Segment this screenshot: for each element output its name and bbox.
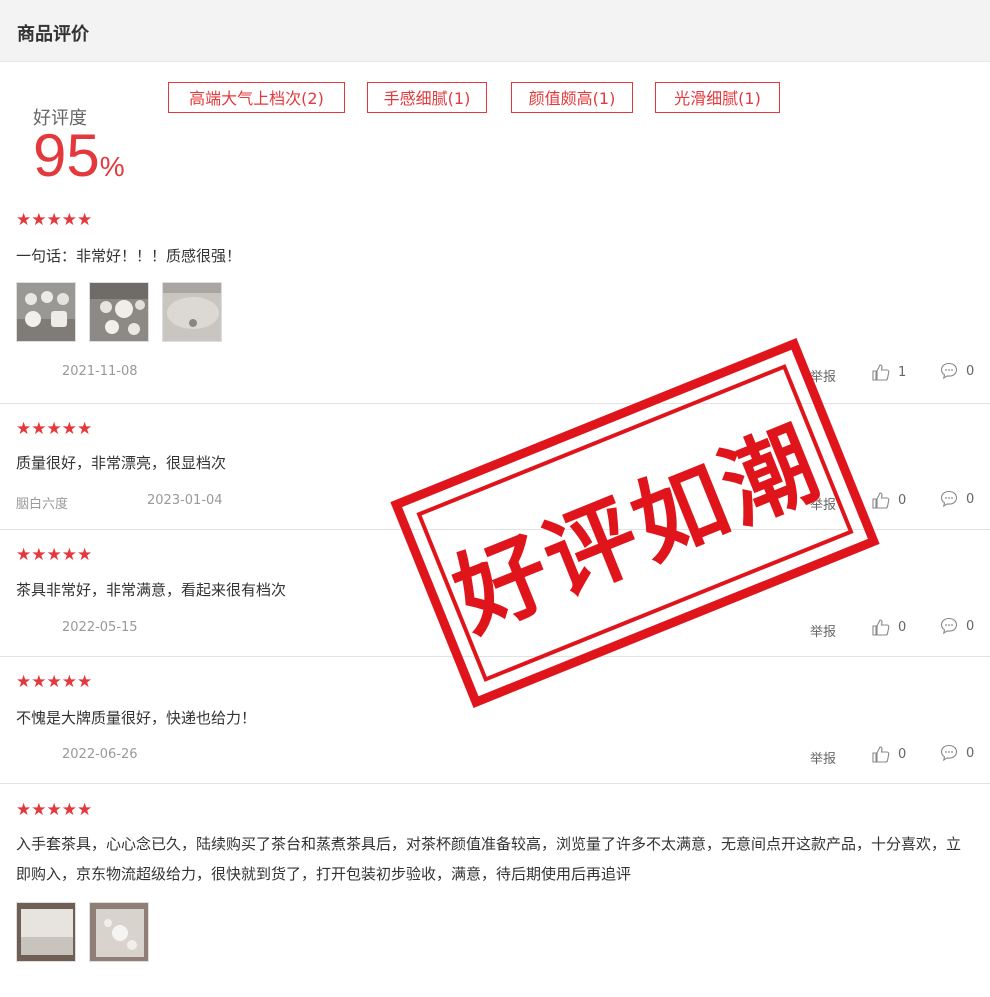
tag-good-looking[interactable]: 颜值颇高(1) [511, 82, 633, 113]
like-button[interactable]: 1 [872, 363, 906, 381]
review-image[interactable] [16, 902, 76, 962]
thumbs-up-icon [872, 619, 890, 636]
thumbs-up-icon [872, 364, 890, 381]
comment-icon [940, 362, 958, 380]
comment-count: 0 [966, 363, 975, 379]
comment-icon [940, 490, 958, 508]
positive-rate: 95% [33, 126, 125, 186]
star-rating: ★★★★★ [16, 210, 93, 230]
review-date: 2022-05-15 [62, 620, 138, 635]
star-rating: ★★★★★ [16, 800, 93, 820]
review-image[interactable] [162, 282, 222, 342]
comment-button[interactable]: 0 [940, 490, 974, 508]
review-content: 一句话：非常好！！！质感很强！ [16, 247, 242, 265]
comment-icon [940, 744, 958, 762]
like-count: 1 [898, 364, 907, 380]
thumbs-up-icon [872, 492, 890, 509]
star-rating: ★★★★★ [16, 419, 93, 439]
review-date: 2022-06-26 [62, 747, 138, 762]
review-image[interactable] [89, 902, 149, 962]
report-link[interactable]: 举报 [810, 748, 836, 767]
like-button[interactable]: 0 [872, 618, 906, 636]
review-content: 入手套茶具，心心念已久，陆续购买了茶台和蒸煮茶具后，对茶杯颜值准备较高，浏览量了… [16, 835, 962, 883]
review-date: 2023-01-04 [147, 493, 223, 508]
comment-button[interactable]: 0 [940, 362, 974, 380]
like-count: 0 [898, 492, 907, 508]
review-image[interactable] [16, 282, 76, 342]
positive-rate-value: 95 [33, 122, 100, 189]
comment-icon [940, 617, 958, 635]
comment-count: 0 [966, 618, 975, 634]
report-link[interactable]: 举报 [810, 621, 836, 640]
section-title: 商品评价 [17, 24, 89, 45]
tag-smooth[interactable]: 光滑细腻(1) [655, 82, 780, 113]
review-image[interactable] [89, 282, 149, 342]
positive-rate-unit: % [99, 151, 125, 182]
tag-high-end[interactable]: 高端大气上档次(2) [168, 82, 345, 113]
comment-count: 0 [966, 491, 975, 507]
review-username: 胭白六度 [16, 497, 69, 512]
review-item: ★★★★★ 一句话：非常好！！！质感很强！ 2021-11-08 举报 1 0 [0, 200, 990, 404]
tag-fine-feel[interactable]: 手感细腻(1) [367, 82, 487, 113]
like-count: 0 [898, 619, 907, 635]
like-button[interactable]: 0 [872, 491, 906, 509]
comment-count: 0 [966, 745, 975, 761]
like-count: 0 [898, 746, 907, 762]
star-rating: ★★★★★ [16, 672, 93, 692]
comment-button[interactable]: 0 [940, 744, 974, 762]
review-date: 2021-11-08 [62, 364, 138, 379]
review-item: ★★★★★ 入手套茶具，心心念已久，陆续购买了茶台和蒸煮茶具后，对茶杯颜值准备较… [0, 784, 990, 997]
review-content: 不愧是大牌质量很好，快递也给力！ [16, 709, 257, 727]
star-rating: ★★★★★ [16, 545, 93, 565]
comment-button[interactable]: 0 [940, 617, 974, 635]
thumbs-up-icon [872, 746, 890, 763]
like-button[interactable]: 0 [872, 745, 906, 763]
reviews-header: 商品评价 [0, 0, 990, 62]
